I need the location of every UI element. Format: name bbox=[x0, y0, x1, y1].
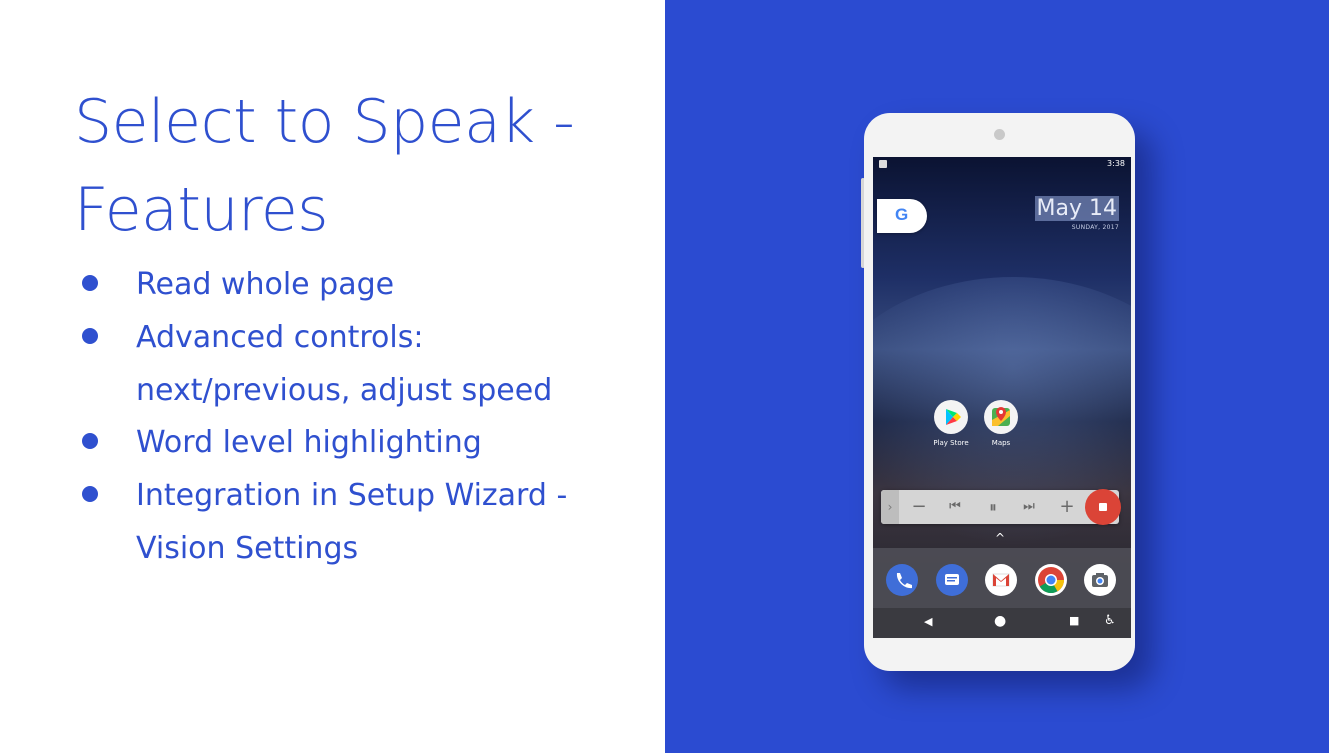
expand-controls-button[interactable]: › bbox=[881, 490, 899, 524]
bullet-dot bbox=[82, 328, 98, 344]
notification-icon bbox=[879, 160, 887, 168]
decrease-speed-button[interactable]: − bbox=[907, 490, 931, 524]
maps-icon bbox=[984, 400, 1018, 434]
bullet-text: Read whole page bbox=[136, 267, 395, 302]
bullet-text: Integration in Setup Wizard - bbox=[136, 478, 568, 513]
bullet-text: Word level highlighting bbox=[136, 425, 482, 460]
select-to-speak-controls: › − ⏮ ⏸ ⏭ + bbox=[881, 489, 1121, 525]
gmail-icon[interactable] bbox=[985, 564, 1017, 596]
status-bar: 3:38 bbox=[873, 157, 1131, 173]
bullet-dot bbox=[82, 275, 98, 291]
app-drawer-chevron-icon[interactable]: ^ bbox=[995, 531, 1005, 545]
app-maps[interactable]: Maps bbox=[981, 400, 1021, 447]
title-line-1: Select to Speak - bbox=[74, 87, 575, 157]
stop-button[interactable] bbox=[1085, 489, 1121, 525]
chrome-icon[interactable] bbox=[1035, 564, 1067, 596]
google-g-icon: G bbox=[895, 205, 909, 224]
pause-button[interactable]: ⏸ bbox=[981, 490, 1005, 524]
bullet-text: Advanced controls: bbox=[136, 320, 424, 355]
recents-icon[interactable]: ■ bbox=[1069, 614, 1079, 627]
date-widget[interactable]: May 14 bbox=[1034, 196, 1119, 221]
messages-icon[interactable] bbox=[936, 564, 968, 596]
camera-icon[interactable] bbox=[1084, 564, 1116, 596]
app-label: Play Store bbox=[933, 439, 969, 447]
status-time: 3:38 bbox=[1107, 159, 1125, 168]
bullet-text-continued: Vision Settings bbox=[136, 531, 359, 566]
next-button[interactable]: ⏭ bbox=[1017, 490, 1041, 524]
title-line-2: Features bbox=[74, 175, 329, 245]
back-icon[interactable]: ◀ bbox=[924, 615, 932, 628]
bullet-dot bbox=[82, 433, 98, 449]
phone-earpiece bbox=[994, 129, 1005, 140]
slide-title: Select to Speak - Features bbox=[74, 78, 634, 254]
app-label: Maps bbox=[991, 439, 1011, 447]
date-subtitle: SUNDAY, 2017 bbox=[1071, 224, 1119, 231]
google-search-pill[interactable]: G bbox=[877, 199, 927, 233]
play-store-icon bbox=[934, 400, 968, 434]
home-icon[interactable]: ● bbox=[994, 613, 1006, 629]
app-play-store[interactable]: Play Store bbox=[931, 400, 971, 447]
accessibility-icon[interactable]: ♿ bbox=[1104, 613, 1116, 628]
stop-icon bbox=[1099, 503, 1107, 511]
text-panel: Select to Speak - Features Read whole pa… bbox=[0, 0, 665, 753]
phone-icon[interactable] bbox=[886, 564, 918, 596]
previous-button[interactable]: ⏮ bbox=[943, 490, 967, 524]
increase-speed-button[interactable]: + bbox=[1055, 490, 1079, 524]
bullet-text-continued: next/previous, adjust speed bbox=[136, 373, 553, 408]
bullet-dot bbox=[82, 486, 98, 502]
